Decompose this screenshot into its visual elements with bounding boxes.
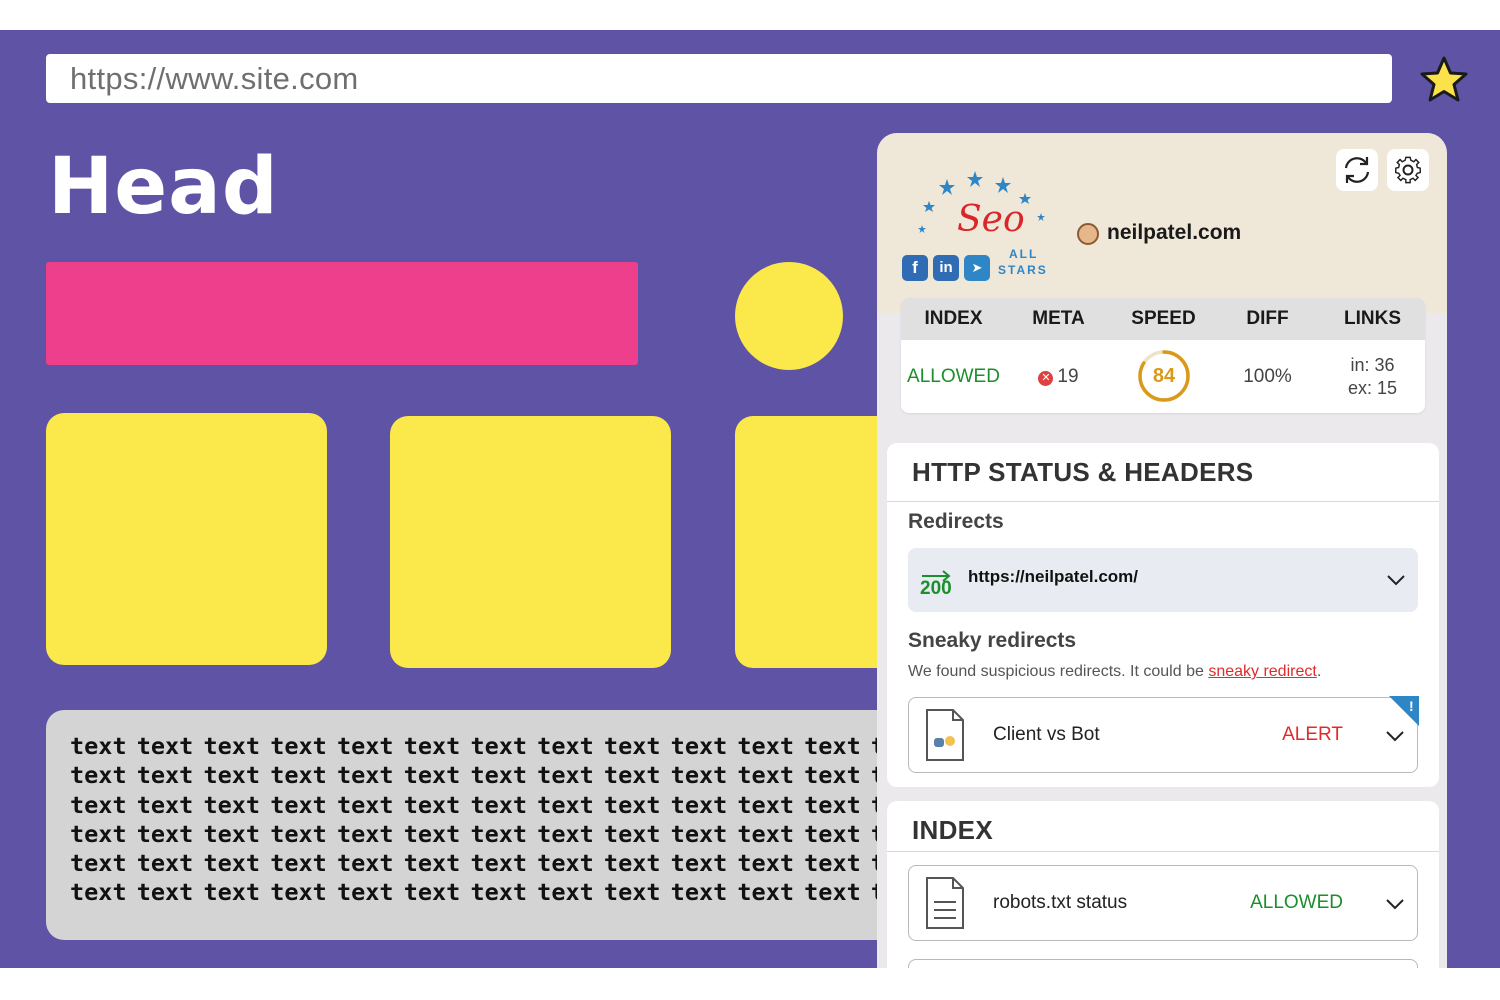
alert-flag-icon: ! [1389,696,1419,726]
sneaky-redirects-title: Sneaky redirects [908,629,1077,652]
index-section: INDEX robots.txt status ALLOWED [887,801,1439,968]
stat-header-links: LINKS [1344,308,1401,329]
redirect-url: https://neilpatel.com/ [968,567,1139,586]
site-avatar [1077,223,1099,245]
stat-header-meta: META [1032,308,1085,329]
row-label: Client vs Bot [993,724,1100,745]
browser-viewport: https://www.site.com Head text text text… [0,30,1500,968]
text-file-icon [926,877,964,929]
stats-header-row: INDEX META SPEED DIFF LINKS [901,298,1425,340]
chevron-down-icon [1386,731,1404,742]
alert-flag-mark: ! [1409,698,1414,714]
status-code: 200 [920,578,952,599]
stats-summary-card: INDEX META SPEED DIFF LINKS ALLOWED ✕ 19 … [901,298,1425,413]
stat-header-diff: DIFF [1246,308,1289,329]
circle-placeholder [735,262,843,370]
facebook-icon[interactable]: f [902,255,928,281]
card-placeholder-1 [46,413,327,665]
stat-links-ex: ex: 15 [1347,378,1398,398]
client-vs-bot-row[interactable]: Client vs Bot ALERT ! [908,696,1419,773]
stat-index-value[interactable]: ALLOWED [901,340,1006,413]
chevron-down-icon [1387,575,1405,586]
gear-icon [1395,156,1421,184]
robots-status-row[interactable]: robots.txt status ALLOWED [908,865,1418,941]
sneaky-text-end: . [1316,663,1322,680]
seo-extension-panel: Seo ALL STARS f in ➤ neilpatel.com INDEX… [877,133,1447,968]
refresh-button[interactable] [1336,149,1378,191]
telegram-icon[interactable]: ➤ [964,255,990,281]
redirect-row[interactable]: 200 https://neilpatel.com/ [908,548,1418,612]
banner-placeholder [46,262,638,365]
sneaky-text-body: We found suspicious redirects. It could … [908,663,1209,680]
text-line: text text text text text text text text … [70,732,966,760]
robots-status-value: ALLOWED [1250,892,1343,913]
text-line: text text text text text text text text … [70,819,966,848]
stat-diff-value[interactable]: 100% [1215,340,1320,413]
stat-meta-cell[interactable]: ✕ 19 [1006,340,1111,413]
settings-button[interactable] [1387,149,1429,191]
error-icon: ✕ [1038,371,1054,386]
stat-speed-value: 84 [1152,365,1176,387]
sneaky-redirects-text: We found suspicious redirects. It could … [908,663,1321,681]
linkedin-icon[interactable]: in [933,255,959,281]
section-title: HTTP STATUS & HEADERS [912,457,1254,487]
redirects-title: Redirects [908,510,1004,533]
divider [887,501,1439,502]
stat-links-in: in: 36 [1350,355,1395,375]
text-line: text text text text text text text text … [70,878,966,907]
next-row[interactable] [908,959,1418,968]
address-bar[interactable]: https://www.site.com [46,54,1392,103]
extension-header: Seo ALL STARS f in ➤ neilpatel.com [877,133,1447,313]
http-status-section: HTTP STATUS & HEADERS Redirects 200 http… [887,443,1439,787]
text-line: text text text text text text text text … [70,761,966,790]
refresh-icon [1344,157,1370,183]
divider [887,851,1439,852]
text-line: text text text text text text text text … [70,849,966,878]
stat-links-cell[interactable]: in: 36 ex: 15 [1320,340,1425,413]
page-heading: Head [48,142,279,232]
row-label: robots.txt status [993,892,1128,913]
site-domain: neilpatel.com [1107,221,1242,244]
sneaky-redirect-link[interactable]: sneaky redirect [1208,663,1317,680]
chevron-down-icon [1386,899,1404,910]
stat-header-index: INDEX [924,308,983,329]
text-placeholder-block: text text text text text text text text … [46,710,966,940]
document-icon [926,709,964,761]
logo-all: ALL [1009,247,1039,261]
section-title: INDEX [912,815,993,845]
card-placeholder-2 [390,416,671,668]
stat-header-speed: SPEED [1131,308,1196,329]
stat-meta-value: 19 [1057,366,1079,387]
logo-stars: STARS [998,263,1048,277]
alert-status: ALERT [1282,724,1343,745]
text-line: text text text text text text text text … [70,790,966,819]
star-icon[interactable] [1418,54,1470,106]
logo-word: Seo [957,199,1025,240]
stat-speed-cell[interactable]: 84 [1111,340,1216,413]
